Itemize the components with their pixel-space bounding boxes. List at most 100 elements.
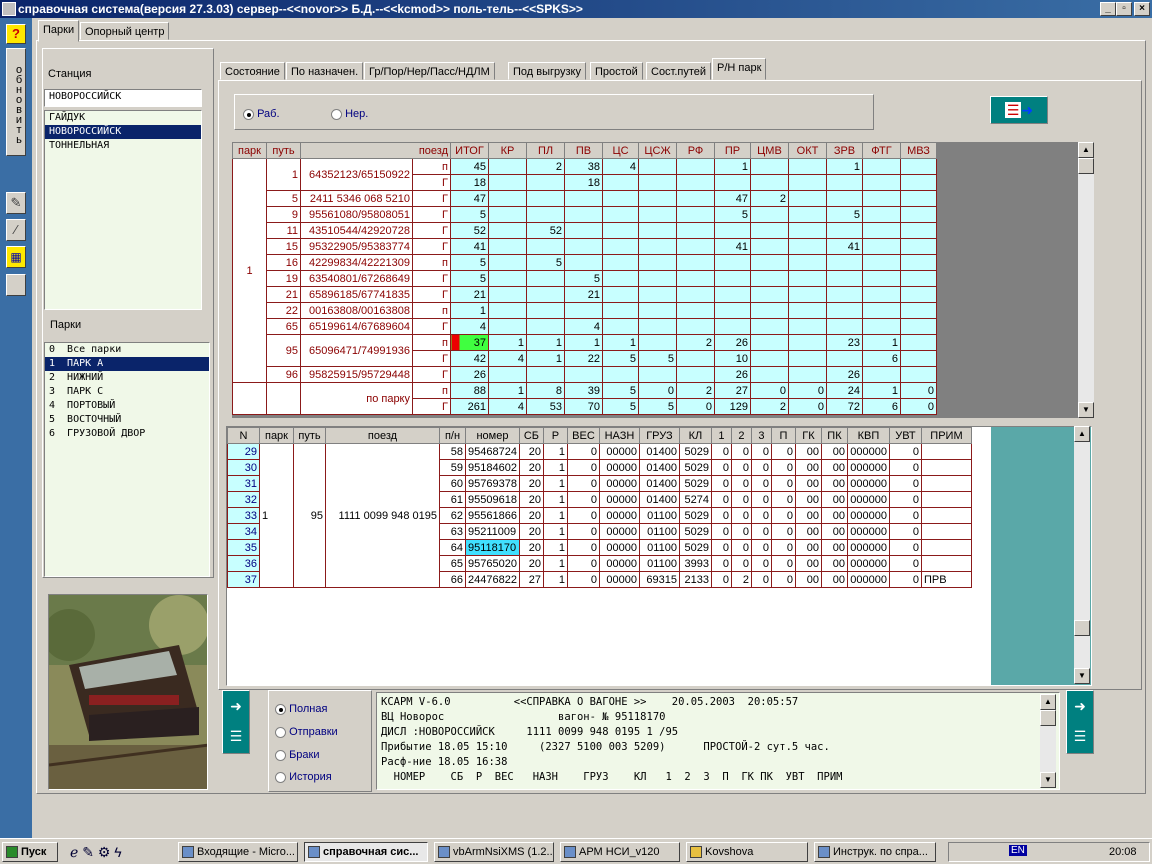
column-header[interactable]: ПР — [714, 142, 751, 159]
column-header[interactable]: ПВ — [564, 142, 603, 159]
tab-prostoi[interactable]: Простой — [590, 62, 643, 80]
scroll-down-icon[interactable]: ▼ — [1040, 772, 1056, 788]
tab-sostoyanie[interactable]: Состояние — [220, 62, 285, 80]
column-header[interactable]: ФТГ — [862, 142, 901, 159]
column-header[interactable]: ГРУЗ — [638, 427, 680, 444]
column-header[interactable]: поезд — [325, 427, 440, 444]
table-row[interactable]: 22 00163808/00163808 п 1 — [233, 302, 937, 319]
column-header[interactable]: ПЛ — [526, 142, 565, 159]
table-row[interactable]: 9 95561080/95808051 Г 5 5 5 — [233, 206, 937, 223]
list-item[interactable]: 6 ГРУЗОВОЙ ДВОР — [45, 427, 209, 441]
list-item[interactable]: ТОННЕЛЬНАЯ — [45, 139, 201, 153]
column-header[interactable]: парк — [259, 427, 294, 444]
table-row[interactable]: 5 2411 5346 068 5210 Г 47 47 2 — [233, 190, 937, 207]
radio-braki[interactable]: Браки — [275, 749, 319, 761]
tab-sost-putei[interactable]: Сост.путей — [646, 62, 712, 80]
blank-tool-button[interactable] — [6, 274, 26, 296]
column-header[interactable]: ГК — [794, 427, 822, 444]
chart-line-icon[interactable]: ⁄ — [6, 219, 26, 241]
station-list[interactable]: ГАЙДУК НОВОРОССИЙСК ТОННЕЛЬНАЯ — [44, 110, 202, 310]
pen-icon[interactable]: ✎ — [6, 192, 26, 214]
scroll-thumb[interactable] — [1040, 710, 1056, 726]
quick-launch[interactable]: ℯ ✎ ⚙ ϟ — [70, 844, 170, 861]
scroll-down-icon[interactable]: ▼ — [1074, 668, 1090, 684]
tab-rn-park[interactable]: Р/Н парк — [712, 58, 767, 80]
column-header[interactable]: номер — [465, 427, 520, 444]
column-header[interactable]: 1 — [710, 427, 732, 444]
table-row[interactable]: 95 65096471/74991936 п 37 1 1 1 1 2 26 23 1 — [233, 334, 937, 367]
column-header[interactable]: МВЗ — [900, 142, 937, 159]
column-header[interactable]: РФ — [676, 142, 715, 159]
column-header[interactable]: КЛ — [678, 427, 712, 444]
column-header[interactable]: поезд — [300, 142, 451, 159]
scroll-up-icon[interactable]: ▲ — [1078, 142, 1094, 158]
table-row[interactable]: 16 42299834/42221309 п 5 5 — [233, 254, 937, 271]
table-row[interactable]: 15 95322905/95383774 Г 41 41 41 — [233, 238, 937, 255]
radio-polnaya[interactable]: Полная — [275, 703, 327, 715]
scroll-up-icon[interactable]: ▲ — [1074, 426, 1090, 442]
task-item[interactable]: Входящие - Micro... — [178, 842, 298, 862]
tab-po-naznach[interactable]: По назначен. — [286, 62, 364, 80]
list-item[interactable]: ГАЙДУК — [45, 111, 201, 125]
column-header[interactable]: ОКТ — [788, 142, 827, 159]
tab-parki[interactable]: Парки — [38, 20, 80, 42]
scroll-up-icon[interactable]: ▲ — [1040, 694, 1056, 710]
column-header[interactable]: ЦМВ — [750, 142, 789, 159]
lightning-icon[interactable]: ϟ — [114, 844, 121, 860]
print-report-button[interactable]: ☰ ➜ — [990, 96, 1048, 124]
tools-icon[interactable]: ⚙ — [98, 844, 111, 860]
tab-pod-vygruzku[interactable]: Под выгрузку — [508, 62, 586, 80]
column-header[interactable]: ВЕС — [566, 427, 600, 444]
table-row[interactable]: 19 63540801/67268649 Г 5 5 — [233, 270, 937, 287]
tab-gr-por-ner[interactable]: Гр/Пор/Нер/Пасс/НДЛМ — [364, 62, 495, 80]
info-scrollbar[interactable]: ▲ ▼ — [1040, 694, 1056, 788]
help-button[interactable]: ? — [6, 24, 26, 44]
column-header[interactable]: НАЗН — [598, 427, 640, 444]
column-header[interactable]: ИТОГ — [450, 142, 489, 159]
parks-list[interactable]: 0 Все парки 1 ПАРК А 2 НИЖНИЙ 3 ПАРК С 4… — [44, 342, 210, 577]
table-row[interactable]: 96 95825915/95729448 Г 26 26 26 — [233, 366, 937, 383]
radio-istoriya[interactable]: История — [275, 771, 332, 783]
table-row[interactable]: по парку п 88 1 8 39 5 0 2 27 0 0 24 1 0 — [232, 382, 937, 415]
tab-opornyi-centr[interactable]: Опорный центр — [80, 22, 170, 40]
list-item[interactable]: НОВОРОССИЙСК — [45, 125, 201, 139]
task-item[interactable]: vbArmNsiXMS (1.2... — [434, 842, 554, 862]
column-header[interactable]: 2 — [730, 427, 752, 444]
column-header[interactable]: ПК — [820, 427, 848, 444]
language-indicator[interactable]: EN — [1009, 845, 1027, 856]
refresh-button[interactable]: обновить — [6, 48, 26, 156]
column-header[interactable]: парк — [232, 142, 267, 159]
column-header[interactable]: СБ — [518, 427, 544, 444]
start-button[interactable]: Пуск — [2, 842, 58, 862]
minimize-button[interactable]: _ — [1100, 2, 1116, 16]
column-header[interactable]: УВТ — [888, 427, 922, 444]
radio-otpravki[interactable]: Отправки — [275, 726, 338, 738]
column-header[interactable]: N — [227, 427, 260, 444]
column-header[interactable]: ЦС — [602, 142, 639, 159]
column-header[interactable]: путь — [293, 427, 326, 444]
table-icon[interactable]: ▦ — [6, 246, 26, 268]
close-button[interactable]: × — [1134, 2, 1150, 16]
column-header[interactable]: п/н — [439, 427, 466, 444]
ie-icon[interactable]: ℯ — [70, 844, 78, 860]
right-doc-button[interactable]: ➜ ☰ — [1066, 690, 1094, 754]
list-item[interactable]: 0 Все парки — [45, 343, 209, 357]
maximize-button[interactable]: ▫ — [1116, 2, 1132, 16]
table-row[interactable]: 21 65896185/67741835 Г 21 21 — [233, 286, 937, 303]
task-item[interactable]: Kovshova — [686, 842, 808, 862]
table-row[interactable]: 29 1 95 1111 0099 948 0195 58 95468724 20 1 0 000… — [227, 443, 972, 588]
table-row[interactable]: 1 1 64352123/65150922 п 45 2 38 4 1 1 — [232, 158, 937, 383]
list-item[interactable]: 4 ПОРТОВЫЙ — [45, 399, 209, 413]
column-header[interactable]: КВП — [846, 427, 890, 444]
column-header[interactable]: 3 — [750, 427, 772, 444]
column-header[interactable]: ПРИМ — [920, 427, 972, 444]
top-table-scrollbar[interactable]: ▲ ▼ — [1078, 142, 1094, 418]
scroll-thumb[interactable] — [1078, 158, 1094, 174]
task-item[interactable]: Инструк. по спра... — [814, 842, 936, 862]
list-item[interactable]: 2 НИЖНИЙ — [45, 371, 209, 385]
scroll-thumb[interactable] — [1074, 620, 1090, 636]
column-header[interactable]: ЗРВ — [826, 142, 863, 159]
table-row[interactable]: 65 65199614/67689604 Г 4 4 — [233, 318, 937, 335]
rab-radio[interactable]: Раб. — [243, 108, 280, 120]
column-header[interactable]: П — [770, 427, 796, 444]
